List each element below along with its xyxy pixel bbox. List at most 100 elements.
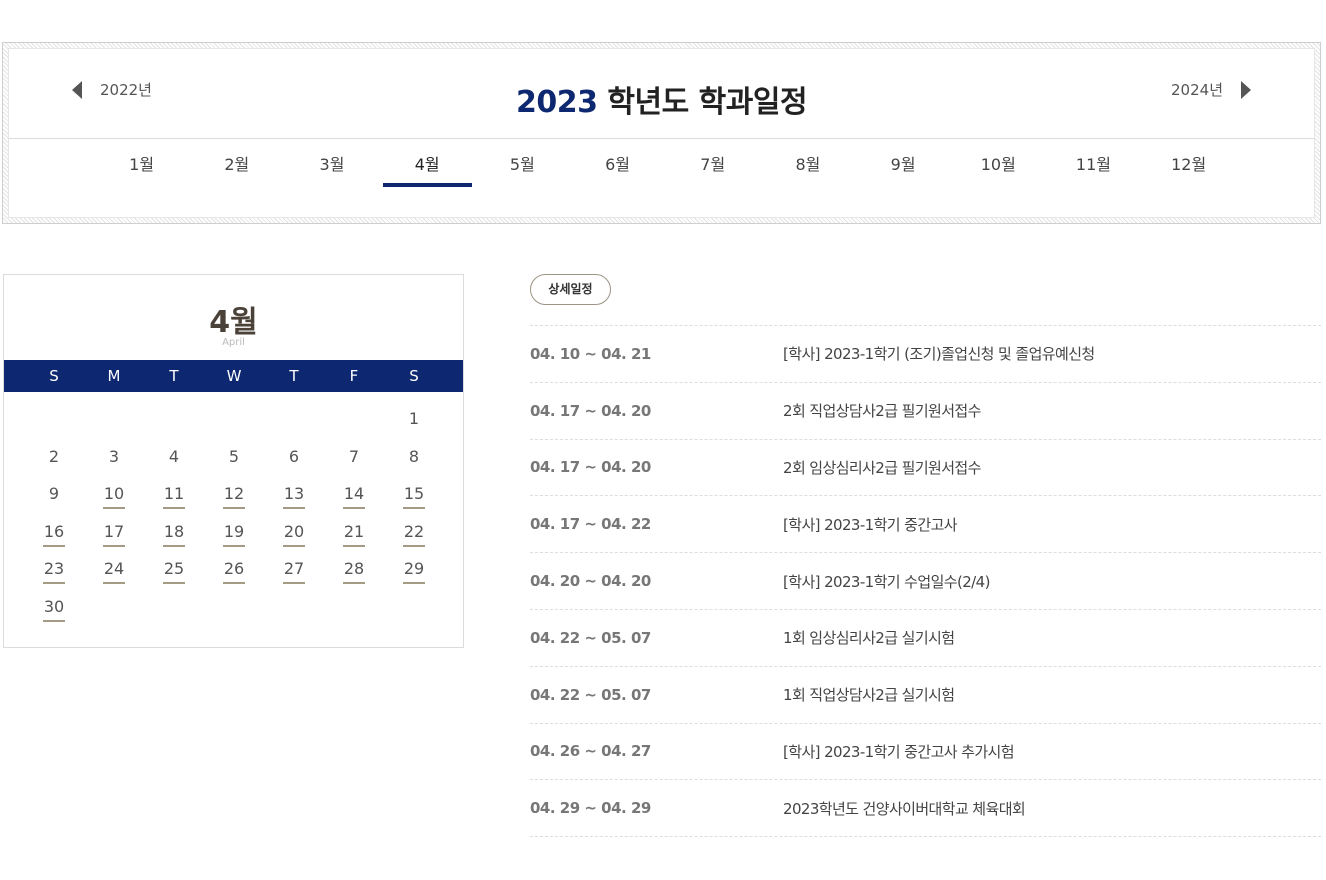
tab-month-6[interactable]: 6월: [570, 151, 665, 187]
calendar-day-number: 1: [408, 409, 420, 428]
calendar-day: 7: [324, 443, 384, 481]
calendar-day-number: 7: [348, 446, 360, 466]
schedule-row: 04. 22 ~ 05. 07 1회 임상심리사2급 실기시험: [530, 610, 1321, 667]
schedule-title: [학사] 2023-1학기 (조기)졸업신청 및 졸업유예신청: [783, 345, 1095, 364]
calendar-day-number: 8: [408, 446, 420, 466]
calendar-day: 4: [144, 443, 204, 481]
calendar-day[interactable]: 13: [264, 480, 324, 518]
calendar-day[interactable]: 10: [84, 480, 144, 518]
schedule-title: [학사] 2023-1학기 중간고사 추가시험: [783, 742, 1015, 761]
schedule-row: 04. 17 ~ 04. 20 2회 직업상담사2급 필기원서접수: [530, 383, 1321, 440]
calendar-day[interactable]: 23: [24, 555, 84, 593]
calendar-blank-cell: [144, 405, 204, 443]
title-year: 2023: [515, 85, 598, 120]
calendar-day[interactable]: 27: [264, 555, 324, 593]
calendar-blank-cell: [84, 405, 144, 443]
tab-month-4[interactable]: 4월: [380, 151, 475, 187]
calendar-days-grid: 1 2 3 4 5 6 7 8 9 10 11 12 13 14 15 16 17 18 19 20 21 22 23 24 2…: [24, 405, 444, 631]
schedule-title: [학사] 2023-1학기 수업일수(2/4): [783, 572, 990, 591]
calendar-day-number: 26: [222, 556, 246, 585]
weekday-label: S: [49, 367, 59, 385]
calendar-day-number: 12: [222, 481, 246, 510]
calendar-day[interactable]: 22: [384, 518, 444, 556]
schedule-title: 2회 임상심리사2급 필기원서접수: [783, 458, 981, 477]
calendar-month-label: 4월: [209, 305, 258, 340]
calendar-day-number: 29: [402, 556, 426, 585]
tab-month-2[interactable]: 2월: [189, 151, 284, 187]
weekday-header: SMTWTFS: [4, 360, 463, 392]
calendar-day[interactable]: 12: [204, 480, 264, 518]
page-title: 2023 학년도 학과일정: [9, 77, 1314, 121]
month-tabs: 1월 2월 3월 4월 5월 6월 7월 8월 9월 10월 11월 12월: [94, 151, 1236, 187]
calendar-day-number: 20: [282, 519, 306, 547]
calendar-day-number: 23: [42, 556, 66, 585]
calendar-day-number: 18: [162, 519, 186, 547]
calendar-day[interactable]: 21: [324, 518, 384, 556]
year-month-panel-inner: 2022년 2023 학년도 학과일정 2024년: [8, 48, 1315, 218]
calendar-blank-cell: [264, 405, 324, 443]
calendar-day-number: 25: [162, 556, 186, 585]
calendar-day: 8: [384, 443, 444, 481]
schedule-date: 04. 17 ~ 04. 20: [530, 401, 651, 420]
year-header: 2022년 2023 학년도 학과일정 2024년: [9, 49, 1314, 139]
calendar-day-number: 4: [168, 446, 180, 466]
calendar-day: 5: [204, 443, 264, 481]
schedule-date: 04. 10 ~ 04. 21: [530, 344, 651, 363]
calendar-day[interactable]: 14: [324, 480, 384, 518]
calendar-day-number: 21: [342, 519, 366, 547]
calendar-day-number: 22: [402, 519, 426, 547]
tab-month-7[interactable]: 7월: [665, 151, 760, 187]
calendar-day-number: 9: [48, 484, 60, 504]
schedule-title: 2023학년도 건양사이버대학교 체육대회: [783, 799, 1026, 818]
schedule-row: 04. 20 ~ 04. 20 [학사] 2023-1학기 수업일수(2/4): [530, 553, 1321, 610]
calendar-day[interactable]: 26: [204, 555, 264, 593]
next-year-label: 2024년: [1171, 81, 1223, 99]
calendar-day[interactable]: 15: [384, 480, 444, 518]
schedule-row: 04. 22 ~ 05. 07 1회 직업상담사2급 실기시험: [530, 667, 1321, 724]
calendar-day[interactable]: 18: [144, 518, 204, 556]
calendar-day-number: 15: [402, 481, 426, 510]
schedule-row: 04. 17 ~ 04. 22 [학사] 2023-1학기 중간고사: [530, 496, 1321, 554]
schedule-date: 04. 17 ~ 04. 20: [530, 458, 651, 477]
tab-month-8[interactable]: 8월: [760, 151, 855, 187]
schedule-date: 04. 22 ~ 05. 07: [530, 685, 651, 704]
tab-month-3[interactable]: 3월: [284, 151, 379, 187]
tab-month-9[interactable]: 9월: [856, 151, 951, 187]
tab-month-5[interactable]: 5월: [475, 151, 570, 187]
calendar-day[interactable]: 19: [204, 518, 264, 556]
tab-month-1[interactable]: 1월: [94, 151, 189, 187]
schedule-row: 04. 26 ~ 04. 27 [학사] 2023-1학기 중간고사 추가시험: [530, 724, 1321, 781]
calendar-day[interactable]: 20: [264, 518, 324, 556]
schedule-title: 2회 직업상담사2급 필기원서접수: [783, 402, 981, 421]
calendar-day[interactable]: 11: [144, 480, 204, 518]
weekday-label: T: [289, 367, 299, 385]
calendar-day: 2: [24, 443, 84, 481]
calendar-day-number: 24: [102, 556, 126, 585]
schedule-date: 04. 17 ~ 04. 22: [530, 515, 651, 534]
calendar-day-number: 5: [228, 446, 240, 466]
calendar-day[interactable]: 25: [144, 555, 204, 593]
calendar-day-number: 2: [48, 446, 60, 466]
year-month-panel: 2022년 2023 학년도 학과일정 2024년 1월 2월 3월 4월 5월 6월 7월…: [2, 42, 1321, 224]
calendar-blank-cell: [204, 405, 264, 443]
schedule-date: 04. 22 ~ 05. 07: [530, 628, 651, 647]
calendar-day[interactable]: 24: [84, 555, 144, 593]
next-year-button[interactable]: 2024년: [1171, 79, 1251, 100]
calendar-day[interactable]: 29: [384, 555, 444, 593]
detail-schedule-badge[interactable]: 상세일정: [530, 274, 611, 305]
tab-month-11[interactable]: 11월: [1046, 151, 1141, 187]
calendar-day[interactable]: 30: [24, 593, 84, 631]
calendar-day-number: 17: [102, 519, 126, 547]
calendar-day[interactable]: 16: [24, 518, 84, 556]
calendar-month-english: April: [222, 337, 245, 348]
calendar-day[interactable]: 17: [84, 518, 144, 556]
calendar-day-number: 3: [108, 446, 120, 466]
calendar-day: 6: [264, 443, 324, 481]
schedule-row: 04. 10 ~ 04. 21 [학사] 2023-1학기 (조기)졸업신청 및 …: [530, 326, 1321, 383]
calendar-day[interactable]: 28: [324, 555, 384, 593]
tab-month-10[interactable]: 10월: [951, 151, 1046, 187]
tab-month-12[interactable]: 12월: [1141, 151, 1236, 187]
calendar-blank-cell: [324, 405, 384, 443]
calendar-day-number: 6: [288, 446, 300, 466]
calendar-day-number: 27: [282, 556, 306, 585]
